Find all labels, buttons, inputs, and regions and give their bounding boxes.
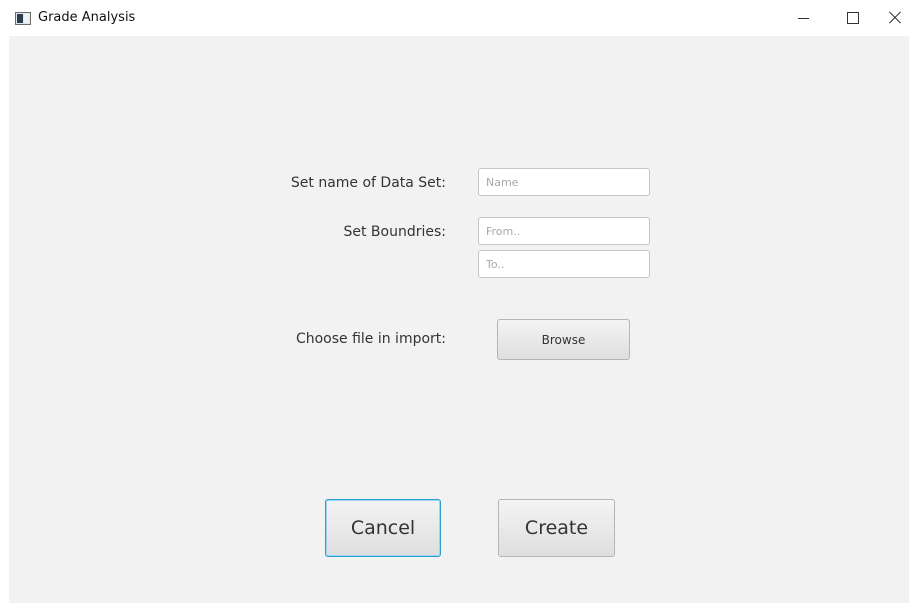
title-bar[interactable]: Grade Analysis: [0, 0, 918, 36]
minimize-icon: [797, 17, 809, 19]
boundary-to-input[interactable]: [478, 250, 650, 278]
app-window-icon: [15, 12, 31, 25]
cancel-button[interactable]: Cancel: [325, 499, 441, 557]
content-area: Set name of Data Set: Set Boundries: Cho…: [9, 36, 909, 603]
data-set-name-input[interactable]: [478, 168, 650, 196]
boundaries-label: Set Boundries:: [343, 224, 446, 240]
create-button[interactable]: Create: [498, 499, 615, 557]
window-title: Grade Analysis: [38, 10, 136, 25]
maximize-icon: [847, 12, 859, 24]
data-set-name-label: Set name of Data Set:: [290, 175, 446, 191]
maximize-button[interactable]: [830, 0, 876, 36]
choose-file-label: Choose file in import:: [295, 331, 446, 347]
close-icon: [888, 11, 902, 25]
boundary-from-input[interactable]: [478, 217, 650, 245]
browse-button[interactable]: Browse: [497, 319, 630, 360]
app-window: Grade Analysis Set name of Data Set: Set…: [0, 0, 918, 603]
minimize-button[interactable]: [780, 0, 826, 36]
close-button[interactable]: [872, 0, 918, 36]
